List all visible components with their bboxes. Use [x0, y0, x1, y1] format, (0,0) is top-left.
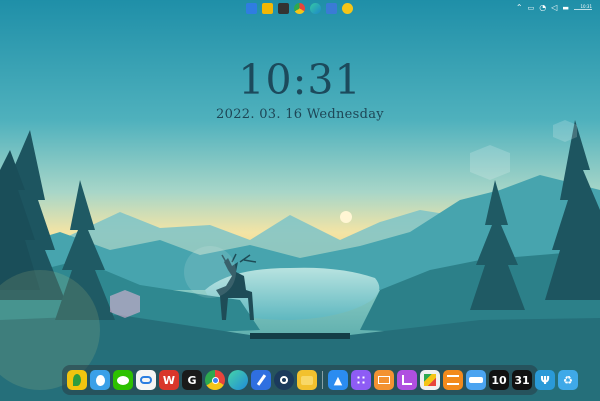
calendar-icon[interactable]: 31: [512, 370, 532, 390]
dock-separator: [322, 371, 323, 389]
tray-expand-icon[interactable]: ⌃: [516, 3, 523, 13]
finder-icon[interactable]: [466, 370, 486, 390]
edge-icon[interactable]: [310, 3, 321, 14]
lock-screen-date: 2022. 03. 16 Wednesday: [216, 107, 384, 122]
input-method-icon[interactable]: ▭: [528, 3, 535, 13]
mail-icon[interactable]: [374, 370, 394, 390]
usb-icon[interactable]: Ψ: [535, 370, 555, 390]
terminal-icon[interactable]: [278, 3, 289, 14]
volume-icon[interactable]: ◁: [551, 3, 557, 13]
notes-icon[interactable]: [443, 370, 463, 390]
launchpad-icon[interactable]: [351, 370, 371, 390]
system-tray: ⌃ ▭ ◔ ◁ ▬ 10:31: [516, 3, 592, 13]
crop-icon[interactable]: [397, 370, 417, 390]
photos-icon[interactable]: [420, 370, 440, 390]
chrome-icon[interactable]: [205, 370, 225, 390]
recycle-bin-icon[interactable]: ♻: [558, 370, 578, 390]
steam-icon[interactable]: [274, 370, 294, 390]
qq-icon[interactable]: [90, 370, 110, 390]
clock-widget-icon[interactable]: 10: [489, 370, 509, 390]
tray-clock[interactable]: 10:31: [574, 4, 592, 12]
wps-icon[interactable]: W: [159, 370, 179, 390]
edge-icon[interactable]: [228, 370, 248, 390]
grammar-icon[interactable]: G: [182, 370, 202, 390]
wechat-icon[interactable]: [113, 370, 133, 390]
dock: W G ▲ 10 31 Ψ ♻: [62, 365, 578, 395]
desktop: ⌃ ▭ ◔ ◁ ▬ 10:31 10:31 2022. 03. 16 Wedne…: [0, 0, 600, 401]
wifi-icon[interactable]: ◔: [539, 3, 546, 13]
leaf-icon[interactable]: [67, 370, 87, 390]
chrome-icon[interactable]: [294, 3, 305, 14]
battery-icon[interactable]: ▬: [562, 3, 569, 13]
app-store-icon[interactable]: ▲: [328, 370, 348, 390]
top-app-strip: [246, 3, 353, 14]
files-icon[interactable]: [262, 3, 273, 14]
pen-icon[interactable]: [326, 3, 337, 14]
folder-icon[interactable]: [297, 370, 317, 390]
sun: [340, 211, 352, 223]
pen-icon[interactable]: [251, 370, 271, 390]
baidu-netdisk-icon[interactable]: [136, 370, 156, 390]
lock-screen-time: 10:31: [238, 56, 362, 104]
folder-icon[interactable]: [246, 3, 257, 14]
face-icon[interactable]: [342, 3, 353, 14]
tray-date: [574, 9, 592, 12]
